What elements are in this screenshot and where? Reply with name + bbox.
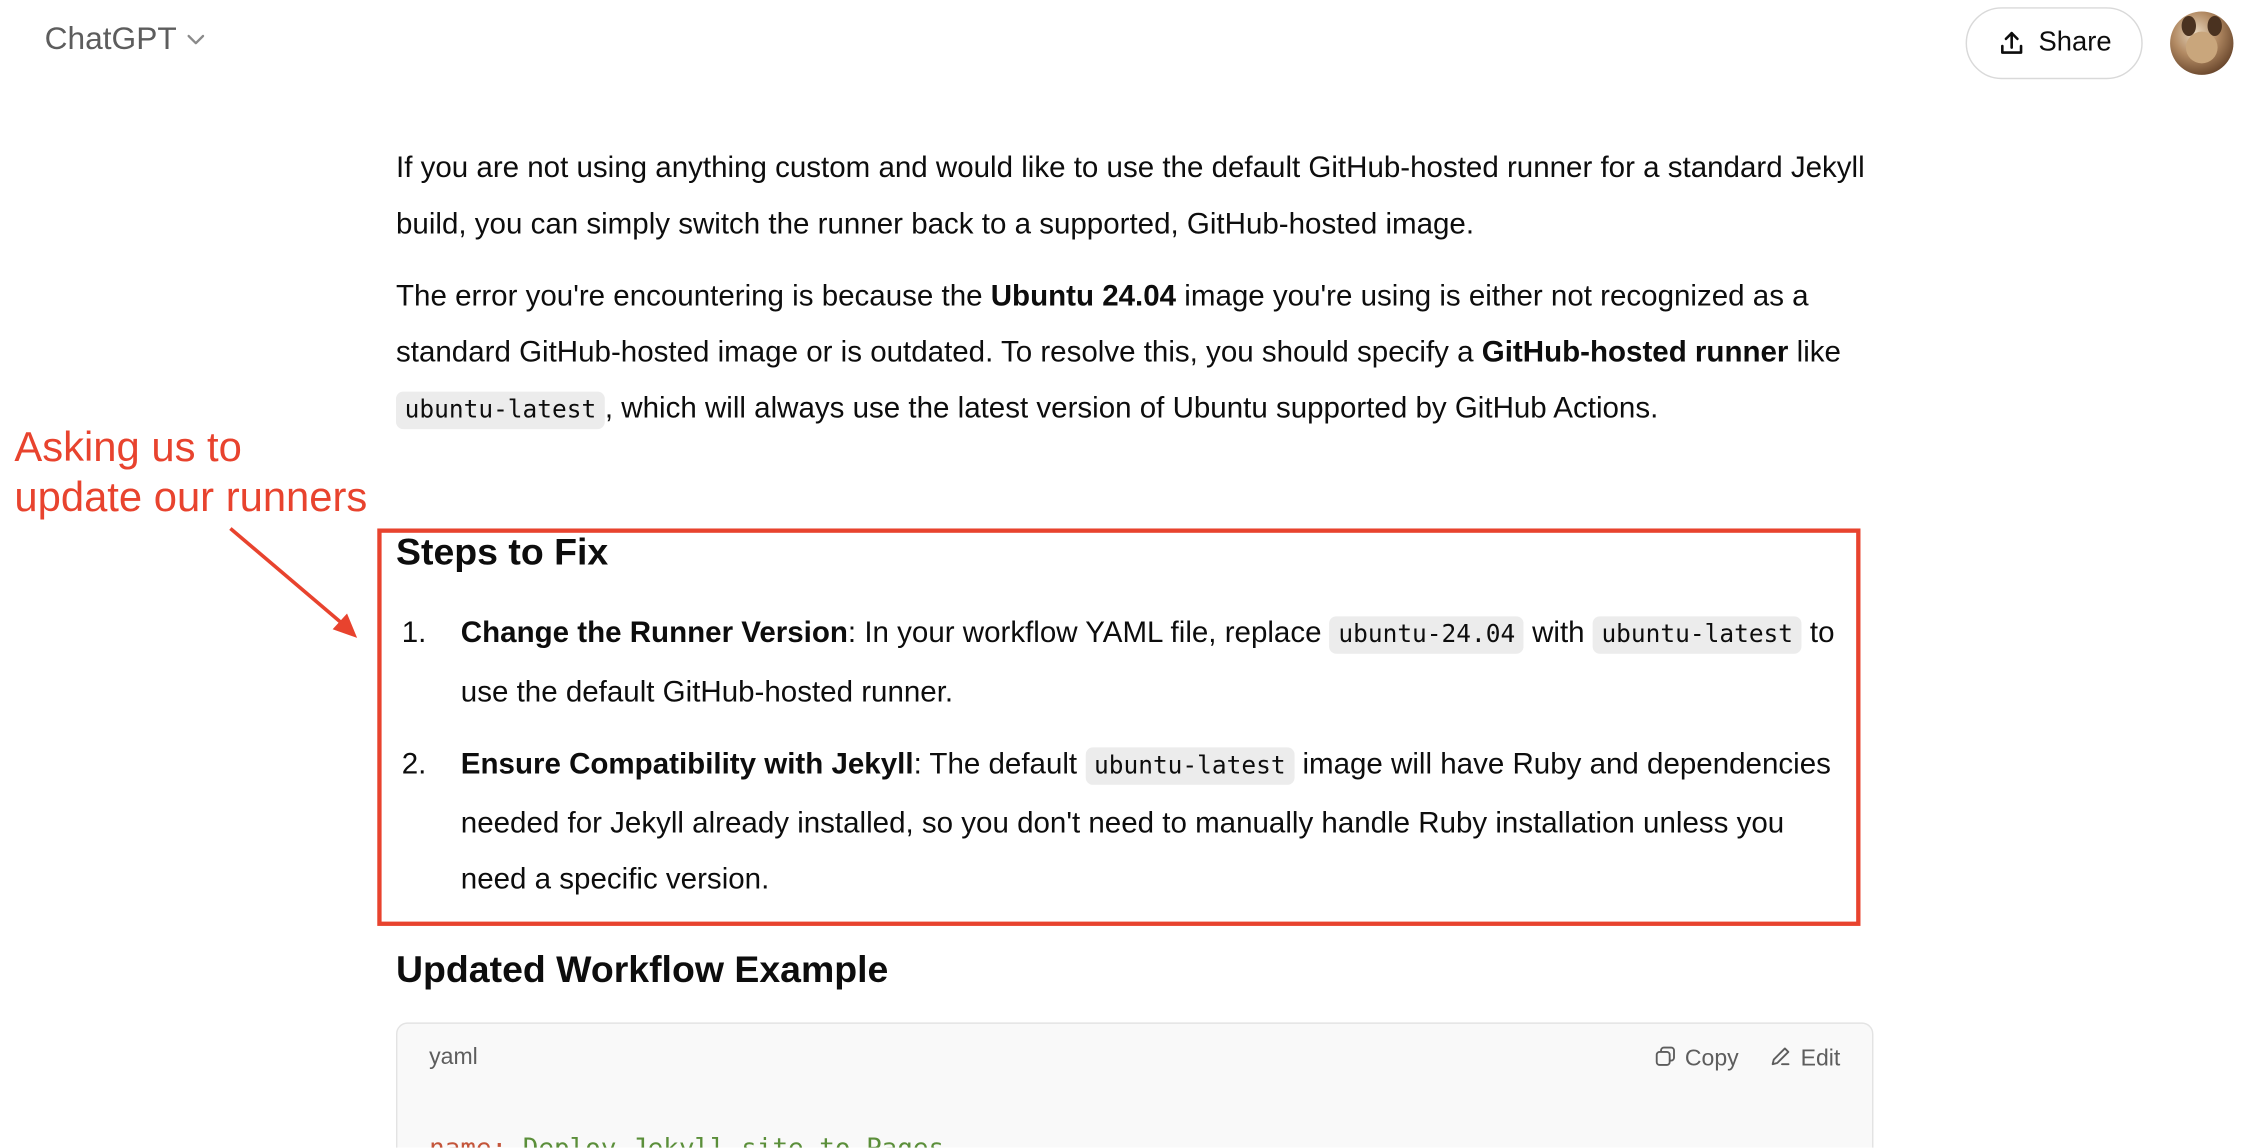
inline-code: ubuntu-latest	[396, 391, 605, 430]
steps-heading: Steps to Fix	[396, 529, 609, 574]
bold-text: Change the Runner Version	[460, 616, 848, 650]
copy-button[interactable]: Copy	[1655, 1045, 1739, 1074]
list-item: 2. Ensure Compatibility with Jekyll: The…	[396, 736, 1850, 907]
list-item: 1. Change the Runner Version: In your wo…	[396, 605, 1850, 720]
code-block: yaml Copy Edit	[396, 1022, 1874, 1148]
edit-label: Edit	[1800, 1046, 1841, 1072]
text: : The default	[913, 747, 1086, 781]
copy-label: Copy	[1684, 1046, 1739, 1072]
code-line: name: Deploy Jekyll site to Pages	[429, 1133, 944, 1147]
share-label: Share	[2038, 27, 2112, 58]
model-switcher[interactable]: ChatGPT	[45, 20, 206, 57]
annotation-text: Asking us to update our runners	[14, 424, 368, 522]
avatar[interactable]	[2170, 11, 2234, 75]
inline-code: ubuntu-latest	[1085, 747, 1295, 785]
bold-text: Ubuntu 24.04	[990, 279, 1177, 313]
steps-list: 1. Change the Runner Version: In your wo…	[396, 605, 1850, 923]
bold-text: Ensure Compatibility with Jekyll	[460, 747, 914, 781]
text: with	[1523, 616, 1593, 650]
share-upload-icon	[1997, 29, 2026, 58]
edit-button[interactable]: Edit	[1770, 1045, 1840, 1074]
inline-code: ubuntu-24.04	[1329, 616, 1524, 654]
avatar-face	[2185, 31, 2218, 64]
pencil-icon	[1770, 1045, 1792, 1074]
paragraph-intro: If you are not using anything custom and…	[396, 151, 1865, 241]
copy-icon	[1655, 1045, 1677, 1074]
list-number: 1.	[401, 616, 427, 650]
text: , which will always use the latest versi…	[604, 391, 1659, 425]
code-language-label: yaml	[429, 1045, 478, 1070]
share-button[interactable]: Share	[1965, 7, 2143, 80]
chevron-down-icon	[185, 29, 205, 49]
yaml-key: name:	[429, 1133, 507, 1147]
bold-text: GitHub-hosted runner	[1481, 335, 1789, 369]
text: like	[1788, 335, 1841, 369]
workflow-heading: Updated Workflow Example	[396, 947, 889, 991]
list-number: 2.	[401, 747, 427, 781]
paragraph-error-explanation: The error you're encountering is because…	[396, 268, 1872, 439]
code-actions: Copy Edit	[1655, 1045, 1840, 1074]
model-label: ChatGPT	[44, 20, 177, 57]
assistant-message: If you are not using anything custom and…	[396, 140, 1872, 455]
inline-code: ubuntu-latest	[1592, 616, 1802, 654]
text: The error you're encountering is because…	[396, 279, 991, 313]
yaml-value: Deploy Jekyll site to Pages	[523, 1133, 944, 1147]
text: : In your workflow YAML file, replace	[847, 616, 1330, 650]
